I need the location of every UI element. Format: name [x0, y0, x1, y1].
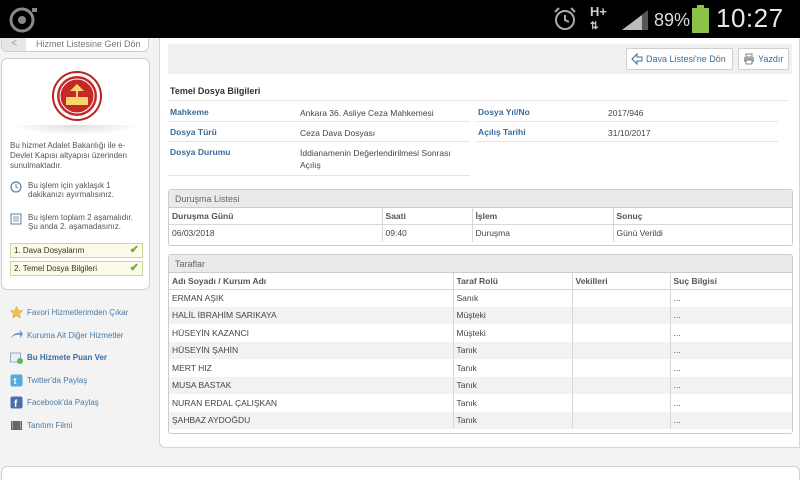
print-button[interactable]: Yazdır — [738, 48, 789, 70]
rate-icon — [10, 352, 23, 365]
service-info-panel: Bu hizmet Adalet Bakanlığı ile e-Devlet … — [1, 58, 150, 290]
table-row: HÜSEYİN KAZANCI Müşteki... — [169, 324, 792, 342]
parties-title: Taraflar — [169, 255, 792, 273]
column-header: İşlem — [472, 208, 614, 225]
column-header: Vekilleri — [572, 273, 671, 290]
file-year-no-field: Dosya Yıl/No 2017/946 — [478, 107, 644, 118]
back-arrow-icon — [631, 53, 643, 65]
column-header: Adı Soyadı / Kurum Adı — [169, 273, 454, 290]
signal-icon — [622, 10, 648, 30]
share-twitter-link[interactable]: t Twitter'da Paylaş — [10, 374, 150, 397]
table-row: 06/03/2018 09:40 Duruşma Günü Verildi — [169, 224, 792, 242]
divider — [476, 141, 778, 142]
battery-icon — [692, 5, 709, 33]
chevron-left-icon: < — [2, 38, 26, 51]
file-status-field: Dosya Durumu İddianamenin Değerlendirilm… — [170, 147, 451, 170]
back-to-case-list-button[interactable]: Dava Listesi'ne Dön — [626, 48, 733, 70]
divider — [476, 121, 778, 122]
logo-shadow — [10, 125, 142, 135]
service-info-text: Bu hizmet Adalet Bakanlığı ile e-Devlet … — [10, 141, 127, 170]
parties-table: Adı Soyadı / Kurum Adı Taraf Rolü Vekill… — [169, 273, 792, 429]
remove-favorite-link[interactable]: Favori Hizmetlerimden Çıkar — [10, 306, 150, 329]
table-row: ERMAN AŞIK Sanık... — [169, 289, 792, 307]
ministry-of-justice-logo — [52, 71, 102, 121]
share-facebook-link[interactable]: f Facebook'da Paylaş — [10, 396, 150, 419]
step-list: 1. Dava Dosyalarım ✔ 2. Temel Dosya Bilg… — [10, 243, 144, 279]
divider — [168, 121, 470, 122]
table-row: MERT HIZ Tanık... — [169, 359, 792, 377]
toolbar: Dava Listesi'ne Dön Yazdır — [168, 44, 792, 74]
column-header: Sonuç — [613, 208, 792, 225]
table-row: ŞAHBAZ AYDOĞDU Tanık... — [169, 411, 792, 429]
hearing-list-panel: Duruşma Listesi Duruşma Günü Saati İşlem… — [168, 189, 793, 246]
table-row: NURAN ERDAL ÇALIŞKAN Tanık... — [169, 394, 792, 412]
file-info-title: Temel Dosya Bilgileri — [170, 86, 261, 96]
intro-film-link[interactable]: Tanıtım Filmi — [10, 419, 150, 442]
divider — [168, 100, 788, 101]
check-icon: ✔ — [129, 244, 139, 256]
hearing-table: Duruşma Günü Saati İşlem Sonuç 06/03/201… — [169, 208, 792, 242]
status-bar: H+ ⇅ 89% 10:27 — [0, 0, 800, 38]
table-row: MUSA BASTAK Tanık... — [169, 376, 792, 394]
network-type: H+ ⇅ — [590, 4, 607, 32]
battery-percent: 89% — [654, 10, 691, 30]
divider — [168, 175, 470, 176]
opening-date-field: Açılış Tarihi 31/10/2017 — [478, 127, 651, 138]
court-field: Mahkeme Ankara 36. Asliye Ceza Mahkemesi — [170, 107, 434, 118]
hearing-list-title: Duruşma Listesi — [169, 190, 792, 208]
arrow-icon — [11, 329, 23, 338]
star-icon — [10, 306, 23, 319]
column-header: Duruşma Günü — [169, 208, 383, 225]
clock-icon — [10, 181, 22, 193]
divider — [168, 141, 470, 142]
file-type-field: Dosya Türü Ceza Dava Dosyası — [170, 127, 376, 138]
facebook-icon: f — [10, 396, 23, 409]
usb-debug-icon — [9, 7, 37, 33]
other-services-link[interactable]: Kuruma Ait Diğer Hizmetler — [10, 329, 150, 352]
main-content: Dava Listesi'ne Dön Yazdır Temel Dosya B… — [159, 38, 800, 448]
svg-text:t: t — [14, 376, 17, 386]
table-row: HÜSEYİN ŞAHİN Tanık... — [169, 341, 792, 359]
back-to-service-list-button[interactable]: < Hizmet Listesine Geri Dön — [1, 38, 149, 52]
check-icon: ✔ — [129, 262, 139, 274]
alarm-icon — [554, 7, 576, 30]
table-row: HALİL İBRAHİM SARIKAYA Müşteki... — [169, 306, 792, 324]
column-header: Suç Bilgisi — [670, 273, 792, 290]
step-item[interactable]: 1. Dava Dosyalarım ✔ — [10, 243, 143, 258]
printer-icon — [744, 53, 754, 65]
step-item: 2. Temel Dosya Bilgileri ✔ — [10, 261, 143, 276]
film-icon — [11, 420, 22, 430]
list-icon — [10, 213, 22, 225]
twitter-icon: t — [10, 374, 23, 387]
parties-panel: Taraflar Adı Soyadı / Kurum Adı Taraf Ro… — [168, 254, 793, 434]
column-header: Taraf Rolü — [453, 273, 573, 290]
footer-bar — [1, 466, 800, 480]
sidebar-links: Favori Hizmetlerimden Çıkar Kuruma Ait D… — [10, 306, 150, 442]
clock: 10:27 — [716, 3, 784, 33]
rate-service-link[interactable]: Bu Hizmete Puan Ver — [10, 351, 150, 374]
column-header: Saati — [382, 208, 473, 225]
